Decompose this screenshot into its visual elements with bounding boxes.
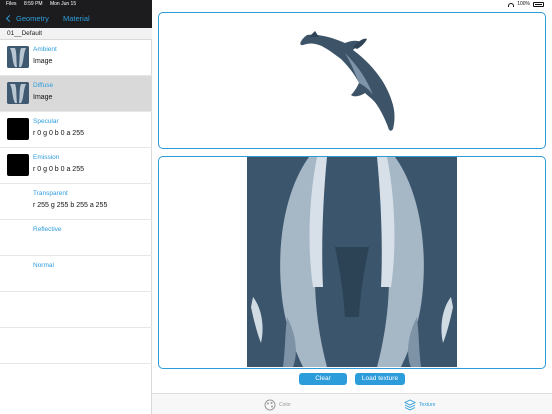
wifi-icon — [508, 2, 515, 7]
material-sidebar: Files 8:59 PM Mon Jun 15 Geometry Materi… — [0, 0, 152, 414]
nav-title: Material — [63, 14, 90, 23]
property-row-reflective[interactable]: Reflective — [0, 220, 152, 256]
property-name: Normal — [33, 262, 54, 269]
property-row-normal[interactable]: Normal — [0, 256, 152, 292]
app-window: Files 8:59 PM Mon Jun 15 Geometry Materi… — [0, 0, 552, 414]
back-button-label: Geometry — [16, 14, 49, 23]
property-name: Ambient — [33, 46, 57, 53]
dolphin-model-render — [300, 31, 395, 131]
empty-row — [0, 328, 152, 364]
time-label: 8:59 PM — [23, 1, 43, 7]
tab-color[interactable]: Color — [264, 398, 291, 412]
tab-color-label: Color — [279, 402, 291, 408]
model-preview[interactable] — [158, 12, 546, 149]
property-name: Specular — [33, 118, 59, 125]
palette-icon — [264, 399, 276, 411]
texture-image — [247, 157, 457, 367]
chevron-left-icon — [5, 14, 14, 23]
status-bar-left: Files 8:59 PM Mon Jun 15 — [0, 0, 152, 9]
carrier-label: Files — [6, 1, 17, 7]
property-row-diffuse[interactable]: Diffuse Image — [0, 76, 152, 112]
property-row-transparent[interactable]: Transparent r 255 g 255 b 255 a 255 — [0, 184, 152, 220]
diffuse-texture-thumbnail — [7, 82, 29, 104]
status-bar-right: 100% — [508, 0, 544, 9]
property-name: Diffuse — [33, 82, 54, 89]
section-header: 01__Default — [0, 28, 152, 40]
property-value: r 0 g 0 b 0 a 255 — [33, 130, 84, 137]
property-value: r 255 g 255 b 255 a 255 — [33, 202, 108, 209]
specular-color-swatch — [7, 118, 29, 140]
battery-icon — [533, 2, 544, 7]
date-label: Mon Jun 15 — [49, 1, 77, 7]
empty-row — [0, 292, 152, 328]
tab-texture-label: Texture — [419, 402, 436, 408]
property-value: r 0 g 0 b 0 a 255 — [33, 166, 84, 173]
property-value: Image — [33, 94, 53, 101]
navigation-bar: Geometry Material — [0, 9, 152, 28]
clear-button[interactable]: Clear — [299, 373, 347, 385]
layers-icon — [404, 399, 416, 411]
tab-texture[interactable]: Texture — [404, 398, 435, 412]
detail-panel: 100% Clear Load texture Color Texture — [152, 0, 552, 414]
load-texture-button[interactable]: Load texture — [355, 373, 405, 385]
property-name: Emission — [33, 154, 60, 161]
emission-color-swatch — [7, 154, 29, 176]
property-value: Image — [33, 58, 53, 65]
battery-percent: 100% — [517, 1, 530, 7]
property-row-emission[interactable]: Emission r 0 g 0 b 0 a 255 — [0, 148, 152, 184]
property-name: Reflective — [33, 226, 62, 233]
property-row-specular[interactable]: Specular r 0 g 0 b 0 a 255 — [0, 112, 152, 148]
property-name: Transparent — [33, 190, 68, 197]
property-list: Ambient Image Diffuse Image Specular r 0… — [0, 40, 152, 364]
texture-preview[interactable] — [158, 156, 546, 369]
ambient-texture-thumbnail — [7, 46, 29, 68]
back-button[interactable]: Geometry — [5, 13, 49, 24]
tab-bar: Color Texture — [152, 393, 552, 414]
property-row-ambient[interactable]: Ambient Image — [0, 40, 152, 76]
